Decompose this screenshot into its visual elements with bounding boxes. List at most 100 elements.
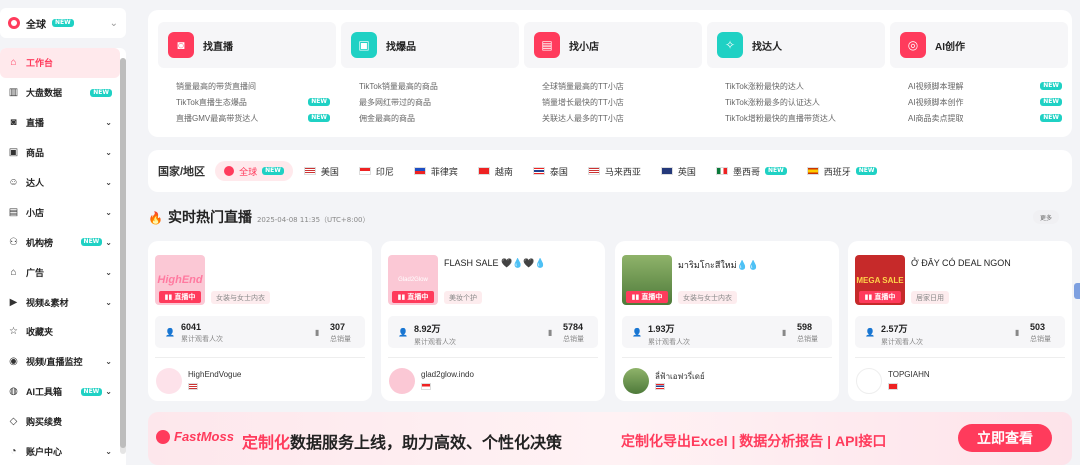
video-icon: ▶ bbox=[9, 296, 18, 308]
shop-name[interactable]: TOPGIAHN bbox=[888, 370, 930, 379]
sidebar-item[interactable]: ⌂ 工作台 bbox=[0, 48, 120, 78]
sidebar-item[interactable]: ☆ 收藏夹 bbox=[0, 317, 120, 347]
view-now-button[interactable]: 立即查看 bbox=[958, 424, 1052, 452]
shop-avatar[interactable] bbox=[856, 368, 882, 394]
sidebar-item[interactable]: ◇ 购买续费 bbox=[0, 407, 120, 437]
sidebar-item[interactable]: ▤ 小店 ⌄ bbox=[0, 197, 120, 227]
live-stats: 👤 8.92万 累计观看人次 ▮ 5784 总销量 bbox=[388, 316, 598, 348]
category-column: ◎ AI创作 AI视频脚本理解 NEW AI视频脚本创作 NEW AI商品卖点提取 NEW bbox=[890, 22, 1068, 126]
live-title[interactable]: FLASH SALE 🖤💧🖤💧 bbox=[444, 258, 546, 269]
category-link[interactable]: TikTok涨粉最快的达人 bbox=[725, 78, 885, 94]
category-link[interactable]: AI视频脚本创作 NEW bbox=[908, 94, 1068, 110]
country-filter-chip[interactable]: 越南 bbox=[469, 161, 522, 181]
sidebar-item[interactable]: ◙ 直播 ⌄ bbox=[0, 108, 120, 138]
country-filter-chip[interactable]: 马来西亚 bbox=[579, 161, 650, 181]
country-filter-chip[interactable]: 菲律宾 bbox=[405, 161, 467, 181]
promo-banner[interactable]: FastMoss 定制化数据服务上线，助力高效、个性化决策 定制化导出Excel… bbox=[148, 412, 1072, 465]
sidebar-item-label: 收藏夹 bbox=[26, 327, 54, 338]
country-filter-chip[interactable]: 英国 bbox=[652, 161, 705, 181]
more-button[interactable]: 更多 bbox=[1033, 210, 1059, 224]
sidebar: ⌂ 工作台 ▥ 大盘数据 NEW ◙ 直播 ⌄ ▣ 商品 ⌄ ☺ 达人 ⌄ ▤ 小店 ⌄ ⚇ 机构榜 NEW ⌄ ⌂ 广告 ⌄… bbox=[0, 48, 126, 465]
category-link[interactable]: AI视频脚本理解 NEW bbox=[908, 78, 1068, 94]
sales-label: 总销量 bbox=[330, 336, 351, 343]
live-title[interactable]: Ở ĐÂY CÓ DEAL NGON bbox=[911, 258, 1011, 268]
viewers-icon: 👤 bbox=[865, 328, 875, 337]
category-header[interactable]: ▤ 找小店 bbox=[524, 22, 702, 68]
sidebar-item[interactable]: ⌂ 广告 ⌄ bbox=[0, 257, 120, 287]
floating-panel-handle[interactable] bbox=[1074, 283, 1080, 299]
country-filter-chip[interactable]: 美国 bbox=[295, 161, 348, 181]
region-selector[interactable]: 全球 NEW ⌄ bbox=[0, 8, 126, 38]
sales-value: 598 bbox=[797, 322, 813, 332]
sales-label: 总销量 bbox=[1030, 336, 1051, 343]
new-badge: NEW bbox=[1040, 82, 1062, 90]
country-filter-chip[interactable]: 印尼 bbox=[350, 161, 403, 181]
category-link[interactable]: 销量最高的带货直播间 bbox=[176, 78, 336, 94]
viewers-label: 累计观看人次 bbox=[881, 339, 923, 346]
globe-icon bbox=[8, 17, 20, 29]
category-link[interactable]: TikTok直播生态爆品 NEW bbox=[176, 94, 336, 110]
sidebar-scrollbar[interactable] bbox=[120, 58, 126, 454]
chevron-down-icon: ⌄ bbox=[105, 207, 112, 217]
live-stream-card[interactable]: ▮▮ 直播中 มาริมโกะสีใหม่💧💧 女装与女士内衣 👤 1.93万 累计观看人… bbox=[615, 241, 839, 401]
category-link[interactable]: TikTok涨粉最多的认证达人 bbox=[725, 94, 885, 110]
shop-name[interactable]: ลี่ฟ้าเอฟวรี่เดย์ bbox=[655, 370, 705, 383]
sidebar-item-label: 视频&素材 bbox=[26, 297, 69, 308]
category-link[interactable]: TikTok增粉最快的直播带货达人 bbox=[725, 110, 885, 126]
shop-avatar[interactable] bbox=[623, 368, 649, 394]
country-filter-chip[interactable]: 泰国 bbox=[524, 161, 577, 181]
chevron-down-icon: ⌄ bbox=[105, 237, 112, 247]
viewers-icon: 👤 bbox=[165, 328, 175, 337]
sidebar-item-label: 大盘数据 bbox=[26, 88, 63, 99]
category-link[interactable]: 最多网红带过的商品 bbox=[359, 94, 519, 110]
sidebar-item[interactable]: ▶ 视频&素材 ⌄ bbox=[0, 287, 120, 317]
chart-icon: ▥ bbox=[8, 87, 19, 99]
category-header[interactable]: ▣ 找爆品 bbox=[341, 22, 519, 68]
category-header[interactable]: ✧ 找达人 bbox=[707, 22, 885, 68]
country-filter-chip[interactable]: 西班牙 NEW bbox=[798, 161, 887, 181]
category-column: ▣ 找爆品 TikTok销量最高的商品 最多网红带过的商品 佣金最高的商品 bbox=[341, 22, 519, 126]
user-icon: ☺ bbox=[8, 177, 19, 188]
chevron-down-icon: ⌄ bbox=[105, 387, 112, 397]
shop-name[interactable]: HighEndVogue bbox=[188, 370, 241, 379]
home-icon: ⌂ bbox=[10, 57, 17, 69]
category-link[interactable]: TikTok销量最高的商品 bbox=[359, 78, 519, 94]
sales-value: 307 bbox=[330, 322, 346, 332]
live-title[interactable]: มาริมโกะสีใหม่💧💧 bbox=[678, 258, 759, 272]
sidebar-item[interactable]: ◔ 账户中心 ⌄ bbox=[0, 437, 120, 465]
country-filter-chip[interactable]: 墨西哥 NEW bbox=[707, 161, 796, 181]
live-status-badge: ▮▮ 直播中 bbox=[159, 291, 201, 303]
sidebar-item[interactable]: ▣ 商品 ⌄ bbox=[0, 138, 120, 168]
sidebar-item[interactable]: ▥ 大盘数据 NEW bbox=[0, 78, 120, 108]
category-link[interactable]: 佣金最高的商品 bbox=[359, 110, 519, 126]
category-link[interactable]: AI商品卖点提取 NEW bbox=[908, 110, 1068, 126]
category-header[interactable]: ◎ AI创作 bbox=[890, 22, 1068, 68]
shop-name[interactable]: glad2glow.indo bbox=[421, 370, 474, 379]
divider bbox=[622, 357, 832, 358]
sidebar-item[interactable]: ☺ 达人 ⌄ bbox=[0, 168, 120, 198]
live-stream-card[interactable]: HighEnd ▮▮ 直播中 女装与女士内衣 👤 6041 累计观看人次 ▮ 307 总销量 Hi… bbox=[148, 241, 372, 401]
sales-label: 总销量 bbox=[563, 336, 584, 343]
viewers-value: 8.92万 bbox=[414, 324, 441, 334]
category-link[interactable]: 直播GMV最高带货达人 NEW bbox=[176, 110, 336, 126]
live-stats: 👤 2.57万 累计观看人次 ▮ 503 总销量 bbox=[855, 316, 1065, 348]
category-link[interactable]: 销量增长最快的TT小店 bbox=[542, 94, 702, 110]
live-section-datetime: 2025-04-08 11:35（UTC+8:00） bbox=[256, 216, 370, 224]
flag-icon bbox=[888, 383, 898, 390]
live-stream-card[interactable]: Glad2Glow ▮▮ 直播中 FLASH SALE 🖤💧🖤💧 美妆个护 👤 8.92万… bbox=[381, 241, 605, 401]
shop-avatar[interactable] bbox=[156, 368, 182, 394]
sales-value: 503 bbox=[1030, 322, 1046, 332]
sidebar-item[interactable]: ◍ AI工具箱 NEW ⌄ bbox=[0, 377, 120, 407]
live-stream-card[interactable]: MEGA SALE ▮▮ 直播中 Ở ĐÂY CÓ DEAL NGON 居家日用 👤 2.… bbox=[848, 241, 1072, 401]
sidebar-item[interactable]: ⚇ 机构榜 NEW ⌄ bbox=[0, 227, 120, 257]
sidebar-item[interactable]: ◉ 视频/直播监控 ⌄ bbox=[0, 347, 120, 377]
shop-avatar[interactable] bbox=[389, 368, 415, 394]
category-link[interactable]: 关联达人最多的TT小店 bbox=[542, 110, 702, 126]
category-header[interactable]: ◙ 找直播 bbox=[158, 22, 336, 68]
ai-icon: ◍ bbox=[9, 386, 18, 398]
live-stats: 👤 6041 累计观看人次 ▮ 307 总销量 bbox=[155, 316, 365, 348]
country-filter-chip[interactable]: 全球 NEW bbox=[215, 161, 293, 181]
viewers-icon: 👤 bbox=[632, 328, 642, 337]
category-link[interactable]: 全球销量最高的TT小店 bbox=[542, 78, 702, 94]
viewers-value: 2.57万 bbox=[881, 324, 908, 334]
